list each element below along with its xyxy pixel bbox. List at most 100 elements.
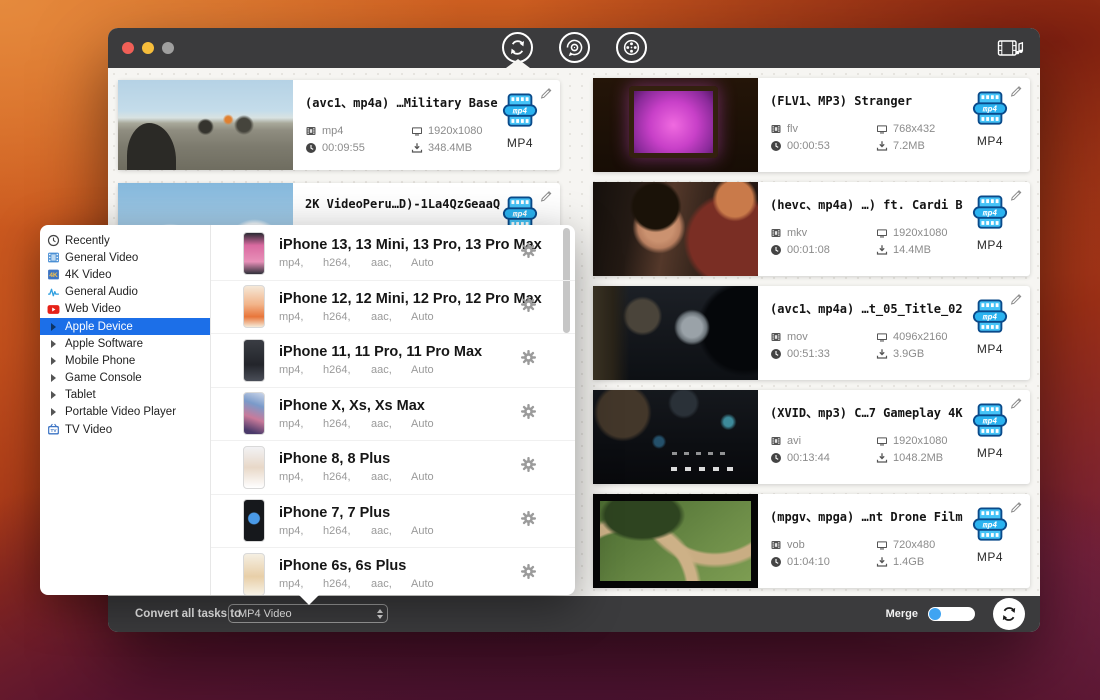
device-thumbnail	[243, 446, 265, 489]
merge-label: Merge	[886, 608, 918, 620]
category-portable-video-player[interactable]: Portable Video Player	[40, 404, 210, 421]
gear-icon[interactable]	[520, 403, 537, 425]
media-info: (hevc、mp4a) …) ft. Cardi B mkv 1920x1080…	[758, 182, 1030, 276]
output-format-label: MP4	[964, 446, 1016, 460]
device-thumbnail	[243, 339, 265, 382]
expand-triangle-icon	[47, 372, 60, 385]
edit-icon[interactable]	[1009, 499, 1023, 518]
category-label: Mobile Phone	[65, 355, 135, 367]
container-format: avi	[770, 435, 868, 447]
edit-icon[interactable]	[1009, 291, 1023, 310]
fullscreen-button[interactable]	[162, 42, 174, 54]
category-game-console[interactable]: Game Console	[40, 370, 210, 387]
category-label: Apple Device	[65, 321, 133, 333]
file-format-icon	[770, 123, 782, 135]
edit-icon[interactable]	[1009, 83, 1023, 102]
svg-text:mp4: mp4	[982, 104, 998, 113]
category-web-video[interactable]: Web Video	[40, 301, 210, 318]
download-size-icon	[876, 140, 888, 152]
device-specs: mp4,h264,aac,Auto	[279, 471, 455, 483]
output-format-value: MP4 Video	[238, 608, 377, 620]
media-info: (avc1、mp4a) …t_05_Title_02 mov 4096x2160…	[758, 286, 1030, 380]
monitor-icon	[876, 539, 888, 551]
merge-toggle[interactable]	[928, 607, 975, 621]
device-preset-row[interactable]: iPhone 6s, 6s Plus mp4,h264,aac,Auto	[211, 548, 575, 595]
device-preset-row[interactable]: iPhone X, Xs, Xs Max mp4,h264,aac,Auto	[211, 388, 575, 442]
output-format-label: MP4	[964, 550, 1016, 564]
device-preset-row[interactable]: iPhone 12, 12 Mini, 12 Pro, 12 Pro Max m…	[211, 281, 575, 335]
output-format-dropdown[interactable]: MP4 Video	[228, 604, 388, 623]
media-task-card[interactable]: (avc1、mp4a) …t_05_Title_02 mov 4096x2160…	[593, 286, 1030, 380]
mp4-format-icon: mp4	[501, 93, 539, 130]
device-specs: mp4,h264,aac,Auto	[279, 311, 542, 323]
edit-icon[interactable]	[539, 85, 553, 104]
container-format: vob	[770, 539, 868, 551]
duration: 00:13:44	[770, 452, 868, 464]
video-thumbnail	[118, 80, 293, 170]
device-specs: mp4,h264,aac,Auto	[279, 578, 455, 590]
clock-icon	[770, 556, 782, 568]
category-4k-video[interactable]: 4K 4K Video	[40, 266, 210, 283]
gear-icon[interactable]	[520, 349, 537, 371]
film-icon	[47, 251, 60, 264]
category-recently[interactable]: Recently	[40, 232, 210, 249]
expand-triangle-icon	[47, 354, 60, 367]
device-specs: mp4,h264,aac,Auto	[279, 364, 482, 376]
media-task-card[interactable]: (avc1、mp4a) …Military Base mp4 1920x1080…	[118, 80, 560, 170]
device-preset-row[interactable]: iPhone 8, 8 Plus mp4,h264,aac,Auto	[211, 441, 575, 495]
device-preset-row[interactable]: iPhone 7, 7 Plus mp4,h264,aac,Auto	[211, 495, 575, 549]
duration: 00:09:55	[305, 142, 403, 154]
video-editor-tab-icon[interactable]	[616, 32, 647, 63]
download-size-icon	[411, 142, 423, 154]
gear-icon[interactable]	[520, 456, 537, 478]
category-list: Recently General Video 4K 4K Video Gener…	[40, 225, 210, 595]
device-thumbnail	[243, 499, 265, 542]
device-preset-list: iPhone 13, 13 Mini, 13 Pro, 13 Pro Max m…	[210, 225, 575, 595]
expand-triangle-icon	[47, 320, 60, 333]
expand-triangle-icon	[47, 389, 60, 402]
media-task-card[interactable]: (XVID、mp3) C…7 Gameplay 4K avi 1920x1080…	[593, 390, 1030, 484]
edit-icon[interactable]	[1009, 187, 1023, 206]
media-library-icon[interactable]	[997, 37, 1024, 65]
svg-text:mp4: mp4	[982, 208, 998, 217]
category-apple-device[interactable]: Apple Device	[40, 318, 210, 335]
category-mobile-phone[interactable]: Mobile Phone	[40, 352, 210, 369]
media-info: (FLV1、MP3) Stranger flv 768x432 00:00:53	[758, 78, 1030, 172]
device-preset-row[interactable]: iPhone 11, 11 Pro, 11 Pro Max mp4,h264,a…	[211, 334, 575, 388]
close-button[interactable]	[122, 42, 134, 54]
minimize-button[interactable]	[142, 42, 154, 54]
category-tv-video[interactable]: TV TV Video	[40, 421, 210, 438]
device-name: iPhone 7, 7 Plus	[279, 505, 455, 521]
device-name: iPhone 6s, 6s Plus	[279, 558, 455, 574]
device-text: iPhone 6s, 6s Plus mp4,h264,aac,Auto	[279, 558, 455, 590]
category-general-video[interactable]: General Video	[40, 249, 210, 266]
category-apple-software[interactable]: Apple Software	[40, 335, 210, 352]
gear-icon[interactable]	[520, 563, 537, 585]
svg-text:mp4: mp4	[982, 312, 998, 321]
output-format-label: MP4	[964, 134, 1016, 148]
gear-icon[interactable]	[520, 296, 537, 318]
media-task-card[interactable]: (FLV1、MP3) Stranger flv 768x432 00:00:53	[593, 78, 1030, 172]
edit-icon[interactable]	[539, 188, 553, 207]
dvd-ripper-tab-icon[interactable]	[559, 32, 590, 63]
monitor-icon	[876, 435, 888, 447]
toggle-knob	[929, 608, 941, 620]
container-format: flv	[770, 123, 868, 135]
mp4-format-icon: mp4	[971, 403, 1009, 440]
convert-button[interactable]	[993, 598, 1025, 630]
gear-icon[interactable]	[520, 510, 537, 532]
category-tablet[interactable]: Tablet	[40, 387, 210, 404]
stepper-arrows-icon	[377, 609, 383, 619]
media-task-card[interactable]: (hevc、mp4a) …) ft. Cardi B mkv 1920x1080…	[593, 182, 1030, 276]
device-preset-row[interactable]: iPhone 13, 13 Mini, 13 Pro, 13 Pro Max m…	[211, 227, 575, 281]
traffic-lights	[122, 42, 174, 54]
category-general-audio[interactable]: General Audio	[40, 284, 210, 301]
file-format-icon	[770, 435, 782, 447]
edit-icon[interactable]	[1009, 395, 1023, 414]
gear-icon[interactable]	[520, 242, 537, 264]
monitor-icon	[876, 227, 888, 239]
media-task-card[interactable]: (mpgv、mpga) …nt Drone Film vob 720x480 0…	[593, 494, 1030, 588]
svg-text:mp4: mp4	[512, 106, 528, 115]
device-thumbnail	[243, 553, 265, 595]
file-format-icon	[770, 331, 782, 343]
